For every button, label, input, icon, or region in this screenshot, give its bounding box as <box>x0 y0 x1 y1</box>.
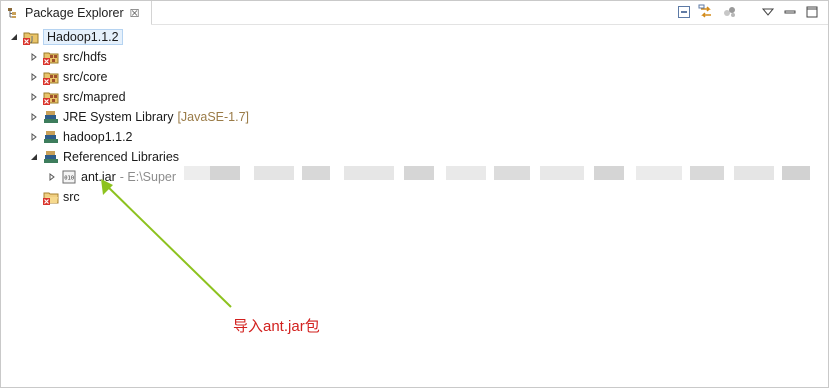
annotation-text: 导入ant.jar包 <box>233 318 320 335</box>
annotation-arrow <box>101 179 232 308</box>
package-explorer-view: Package Explorer ☒ J Hadoop1.1.2 src/hdf… <box>0 0 829 388</box>
